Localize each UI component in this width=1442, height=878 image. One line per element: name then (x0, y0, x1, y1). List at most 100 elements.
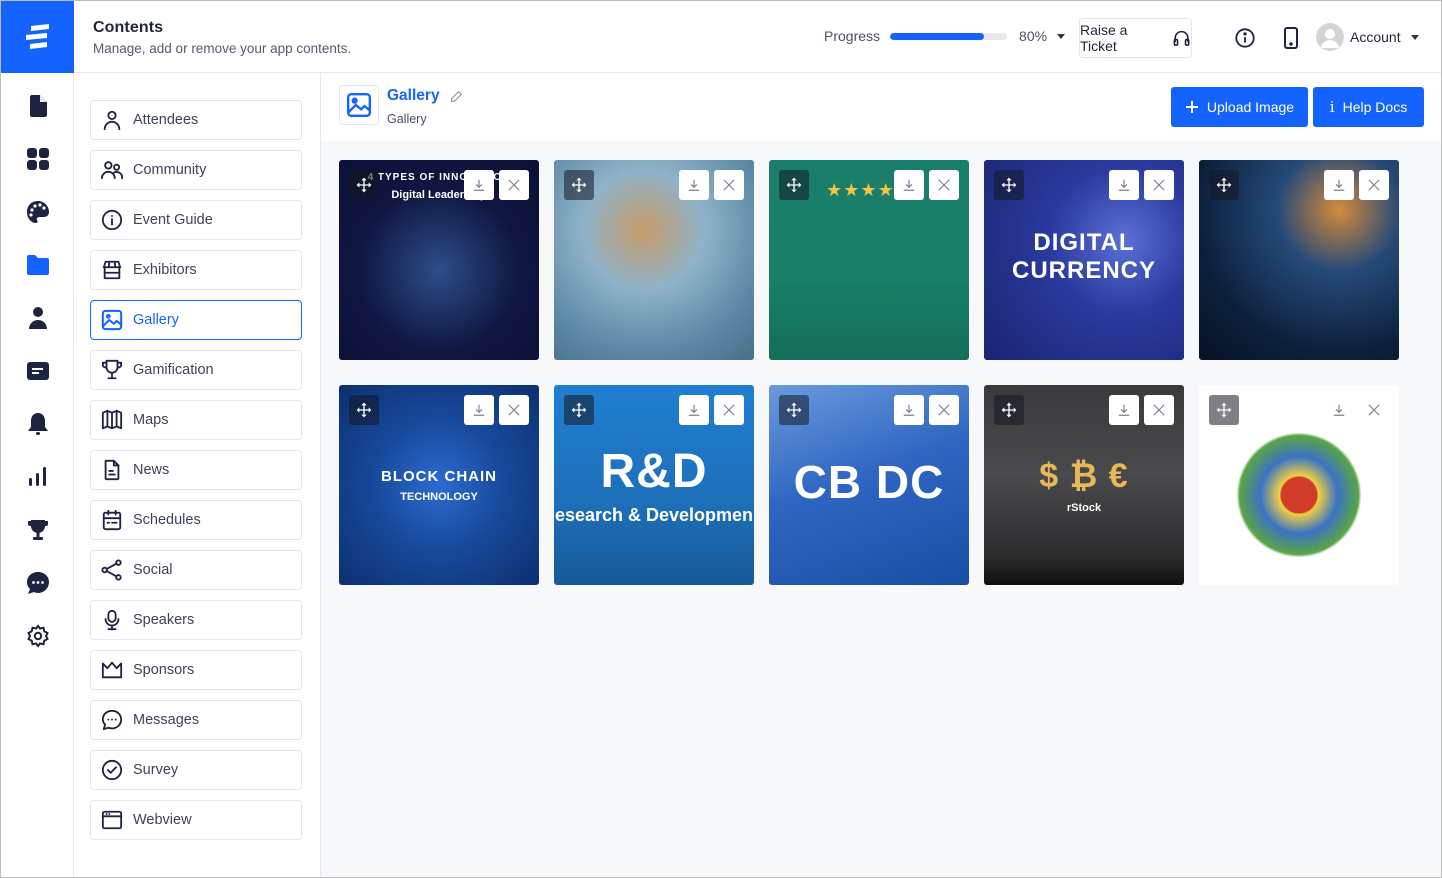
upload-image-button[interactable]: Upload Image (1171, 87, 1308, 127)
account-menu[interactable]: Account (1316, 23, 1419, 51)
download-icon[interactable] (1324, 170, 1354, 200)
content-item-community[interactable]: Community (90, 150, 302, 190)
title-block: Contents Manage, add or remove your app … (93, 19, 351, 56)
rail-item-design[interactable] (25, 199, 51, 225)
content-item-speakers[interactable]: Speakers (90, 600, 302, 640)
rail-item-cards[interactable] (25, 358, 51, 384)
gallery-image[interactable]: 4 TYPES OF INNOVATION Digital Leadership (339, 160, 539, 360)
close-icon[interactable] (714, 170, 744, 200)
content-item-event-guide[interactable]: Event Guide (90, 200, 302, 240)
close-icon[interactable] (929, 170, 959, 200)
drag-move-icon[interactable] (994, 170, 1024, 200)
news-icon (101, 459, 123, 481)
close-icon[interactable] (929, 395, 959, 425)
download-icon[interactable] (679, 170, 709, 200)
gallery-image[interactable] (1199, 160, 1399, 360)
content-item-sponsors[interactable]: Sponsors (90, 650, 302, 690)
person-outline-icon (101, 109, 123, 131)
drag-move-icon[interactable] (994, 395, 1024, 425)
drag-move-icon[interactable] (1209, 170, 1239, 200)
close-icon[interactable] (499, 170, 529, 200)
drag-move-icon[interactable] (349, 395, 379, 425)
gallery-title: Gallery (387, 87, 463, 105)
rail-item-chat[interactable] (25, 570, 51, 596)
info-button[interactable] (1234, 27, 1256, 49)
download-icon[interactable] (1109, 170, 1139, 200)
crown-icon (101, 659, 123, 681)
progress-widget[interactable]: Progress 80% (824, 28, 1066, 44)
content-item-label: Event Guide (133, 212, 213, 228)
content-item-messages[interactable]: Messages (90, 700, 302, 740)
rail-item-analytics[interactable] (25, 464, 51, 490)
download-icon[interactable] (894, 395, 924, 425)
drag-move-icon[interactable] (779, 170, 809, 200)
mobile-icon (1284, 27, 1298, 49)
rail-item-contents[interactable] (25, 252, 51, 278)
content-item-maps[interactable]: Maps (90, 400, 302, 440)
download-icon[interactable] (464, 170, 494, 200)
help-docs-button[interactable]: i Help Docs (1313, 87, 1424, 127)
drag-move-icon[interactable] (779, 395, 809, 425)
rail-item-documents[interactable] (25, 93, 51, 119)
rail-item-users[interactable] (25, 305, 51, 331)
close-icon[interactable] (499, 395, 529, 425)
close-icon[interactable] (1144, 395, 1174, 425)
image-icon (101, 309, 123, 331)
download-icon[interactable] (1109, 395, 1139, 425)
raise-ticket-button[interactable]: Raise a Ticket (1079, 18, 1192, 58)
progress-label: Progress (824, 28, 881, 44)
gallery-image[interactable]: $ ₿ € rStock (984, 385, 1184, 585)
close-icon[interactable] (1359, 170, 1389, 200)
page-subtitle: Manage, add or remove your app contents. (93, 41, 352, 56)
upload-image-label: Upload Image (1206, 99, 1295, 115)
download-icon[interactable] (679, 395, 709, 425)
content-item-label: Schedules (133, 512, 201, 528)
content-item-gallery[interactable]: Gallery (90, 300, 302, 340)
gallery-image[interactable]: CB DC (769, 385, 969, 585)
rail-item-leaderboard[interactable] (25, 517, 51, 543)
rail-item-dashboard[interactable] (25, 146, 51, 172)
help-docs-label: Help Docs (1342, 99, 1408, 115)
palette-icon (27, 201, 49, 223)
gallery-image[interactable]: DIGITAL CURRENCY (984, 160, 1184, 360)
browser-icon (101, 809, 123, 831)
close-icon[interactable] (1144, 170, 1174, 200)
content-item-survey[interactable]: Survey (90, 750, 302, 790)
image-caption: R&D (600, 445, 708, 498)
chevron-down-icon[interactable] (1057, 33, 1066, 39)
content-item-schedules[interactable]: Schedules (90, 500, 302, 540)
content-item-webview[interactable]: Webview (90, 800, 302, 840)
image-subcaption: esearch & Developmen (554, 505, 754, 525)
info-i-icon: i (1329, 98, 1335, 116)
drag-move-icon[interactable] (564, 395, 594, 425)
content-item-gamification[interactable]: Gamification (90, 350, 302, 390)
app-logo[interactable] (1, 1, 74, 73)
content-item-attendees[interactable]: Attendees (90, 100, 302, 140)
content-item-social[interactable]: Social (90, 550, 302, 590)
download-icon[interactable] (894, 170, 924, 200)
message-icon (101, 709, 123, 731)
gallery-image[interactable]: BLOCK CHAIN TECHNOLOGY (339, 385, 539, 585)
download-icon[interactable] (464, 395, 494, 425)
trophy-outline-icon (101, 359, 123, 381)
mobile-preview-button[interactable] (1280, 27, 1302, 49)
drag-move-icon[interactable] (349, 170, 379, 200)
gallery-image[interactable]: R&D esearch & Developmen (554, 385, 754, 585)
content-item-label: Maps (133, 412, 169, 428)
gallery-image[interactable]: ★★★★★ (769, 160, 969, 360)
edit-pencil-icon[interactable] (450, 90, 463, 103)
close-icon[interactable] (1359, 395, 1389, 425)
gear-icon (27, 624, 49, 648)
drag-move-icon[interactable] (1209, 395, 1239, 425)
content-item-news[interactable]: News (90, 450, 302, 490)
rail-item-notifications[interactable] (25, 411, 51, 437)
drag-move-icon[interactable] (564, 170, 594, 200)
info-icon (1235, 28, 1255, 48)
rail-item-settings[interactable] (25, 623, 51, 649)
chevron-down-icon (1410, 34, 1419, 40)
download-icon[interactable] (1324, 395, 1354, 425)
gallery-image[interactable] (554, 160, 754, 360)
gallery-image[interactable] (1199, 385, 1399, 585)
close-icon[interactable] (714, 395, 744, 425)
content-item-exhibitors[interactable]: Exhibitors (90, 250, 302, 290)
